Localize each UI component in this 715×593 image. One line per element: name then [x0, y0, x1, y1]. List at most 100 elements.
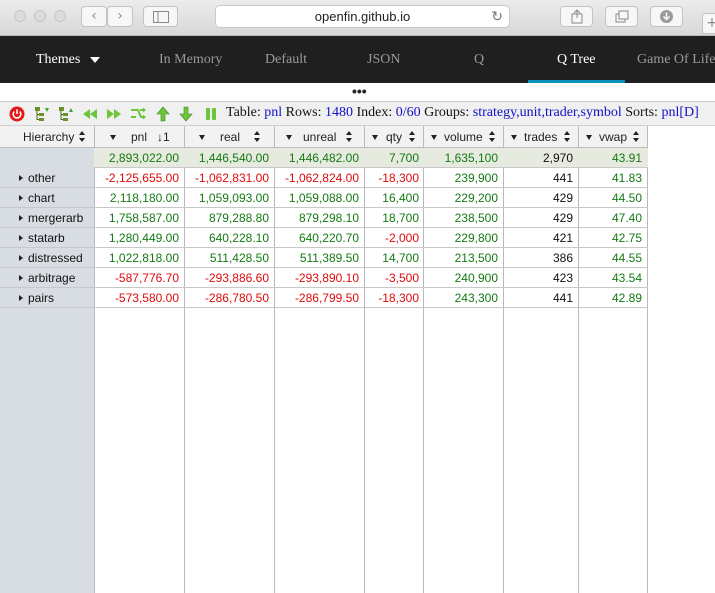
tab-in-memory[interactable]: In Memory [159, 36, 222, 83]
cell-trades: 429 [552, 211, 573, 225]
caret-down-icon [90, 56, 101, 63]
expand-triangle-icon[interactable] [19, 174, 23, 181]
row-expander[interactable]: distressed [0, 248, 94, 268]
expand-all-icon[interactable] [33, 106, 49, 122]
header-hierarchy[interactable]: Hierarchy [0, 126, 94, 148]
totals-volume: 1,635,100 [444, 151, 498, 165]
fast-forward-icon[interactable] [106, 106, 122, 122]
cell-real: -1,062,831.00 [194, 171, 269, 185]
arrow-up-icon[interactable] [155, 106, 171, 122]
column-menu-icon[interactable] [586, 135, 592, 140]
expand-triangle-icon[interactable] [19, 254, 23, 261]
column-menu-icon[interactable] [372, 135, 378, 140]
cell-trades: 441 [552, 171, 573, 185]
minimize-window-button[interactable] [34, 10, 46, 22]
cell-volume: 229,800 [454, 231, 498, 245]
header-volume[interactable]: volume [424, 126, 503, 148]
column-menu-icon[interactable] [110, 135, 116, 140]
row-expander[interactable]: arbitrage [0, 268, 94, 288]
close-window-button[interactable] [14, 10, 26, 22]
back-button[interactable]: ‹ [81, 6, 107, 27]
header-volume-label: volume [444, 130, 483, 144]
totals-vwap: 43.91 [611, 151, 642, 165]
sort-toggle-icon[interactable] [79, 131, 86, 143]
rewind-icon[interactable] [82, 106, 98, 122]
new-tab-button[interactable]: + [702, 13, 715, 34]
table-row[interactable]: arbitrage -587,776.70 -293,886.60 -293,8… [0, 268, 648, 288]
row-expander[interactable]: statarb [0, 228, 94, 248]
table-row[interactable]: pairs -573,580.00 -286,780.50 -286,799.5… [0, 288, 648, 308]
column-menu-icon[interactable] [431, 135, 437, 140]
row-expander[interactable]: mergerarb [0, 208, 94, 228]
cell-qty: 18,700 [382, 211, 419, 225]
header-real[interactable]: real [185, 126, 274, 148]
tab-q[interactable]: Q [474, 36, 484, 83]
row-label: distressed [28, 251, 83, 265]
sort-toggle-icon[interactable] [346, 131, 353, 143]
address-bar[interactable]: openfin.github.io ↻ [215, 5, 510, 28]
cell-trades: 423 [552, 271, 573, 285]
sort-toggle-icon[interactable] [489, 131, 496, 143]
forward-button[interactable]: › [107, 6, 133, 27]
header-vwap-label: vwap [599, 130, 628, 144]
zoom-window-button[interactable] [54, 10, 66, 22]
row-label: mergerarb [28, 211, 84, 225]
header-vwap[interactable]: vwap [579, 126, 647, 148]
tab-q-tree[interactable]: Q Tree [557, 36, 596, 83]
expand-triangle-icon[interactable] [19, 294, 23, 301]
arrow-down-icon[interactable] [178, 106, 194, 122]
pause-icon[interactable] [203, 106, 219, 122]
header-pnl[interactable]: pnl ↓1 [95, 126, 184, 148]
cell-unreal: 511,389.50 [299, 251, 359, 265]
tab-game-of-life[interactable]: Game Of Life [637, 36, 715, 83]
shuffle-icon[interactable] [130, 106, 146, 122]
column-menu-icon[interactable] [199, 135, 205, 140]
cell-qty: -18,300 [378, 171, 419, 185]
sort-toggle-icon[interactable] [564, 131, 571, 143]
cell-vwap: 41.83 [611, 171, 642, 185]
share-button[interactable] [560, 6, 593, 27]
reload-icon[interactable]: ↻ [491, 7, 503, 28]
table-row[interactable]: distressed 1,022,818.00 511,428.50 511,3… [0, 248, 648, 268]
table-row[interactable]: chart 2,118,180.00 1,059,093.00 1,059,08… [0, 188, 648, 208]
table-row[interactable]: mergerarb 1,758,587.00 879,288.80 879,29… [0, 208, 648, 228]
table-label: Table: [226, 105, 261, 120]
expand-triangle-icon[interactable] [19, 234, 23, 241]
tabs-overview-button[interactable] [605, 6, 638, 27]
collapse-all-icon[interactable] [57, 106, 73, 122]
cell-pnl: 1,022,818.00 [108, 251, 179, 265]
sort-toggle-icon[interactable] [409, 131, 416, 143]
table-row[interactable]: statarb 1,280,449.00 640,228.10 640,220.… [0, 228, 648, 248]
sort-toggle-icon[interactable] [254, 131, 261, 143]
themes-dropdown[interactable]: Themes [36, 36, 101, 83]
cell-volume: 213,500 [454, 251, 498, 265]
cell-volume: 229,200 [454, 191, 498, 205]
cell-trades: 441 [552, 291, 573, 305]
table-row[interactable]: other -2,125,655.00 -1,062,831.00 -1,062… [0, 168, 648, 188]
header-trades[interactable]: trades [504, 126, 578, 148]
power-icon[interactable] [9, 106, 25, 122]
panel-splitter[interactable]: ••• [0, 83, 715, 102]
sidebar-button[interactable] [143, 6, 178, 27]
index-value: 0/60 [395, 105, 421, 120]
row-expander[interactable]: chart [0, 188, 94, 208]
sorts-label: Sorts: [625, 105, 658, 120]
column-menu-icon[interactable] [511, 135, 517, 140]
chevron-right-icon: › [117, 8, 123, 24]
tab-default[interactable]: Default [265, 36, 307, 83]
cell-unreal: 640,220.70 [298, 231, 359, 245]
expand-triangle-icon[interactable] [19, 194, 23, 201]
row-expander[interactable]: other [0, 168, 94, 188]
downloads-button[interactable] [650, 6, 683, 27]
tab-json[interactable]: JSON [367, 36, 400, 83]
expand-triangle-icon[interactable] [19, 274, 23, 281]
cell-trades: 386 [552, 251, 573, 265]
column-menu-icon[interactable] [286, 135, 292, 140]
row-expander[interactable]: pairs [0, 288, 94, 308]
download-icon [660, 10, 673, 23]
expand-triangle-icon[interactable] [19, 214, 23, 221]
drag-handle-icon[interactable]: ••• [352, 84, 367, 98]
header-qty[interactable]: qty [365, 126, 423, 148]
sort-toggle-icon[interactable] [633, 131, 640, 143]
header-unreal[interactable]: unreal [275, 126, 364, 148]
